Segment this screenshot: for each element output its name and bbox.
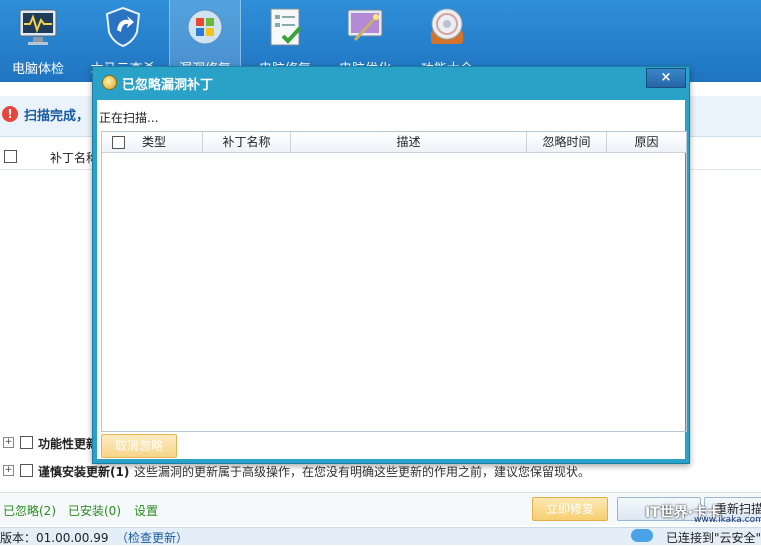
- shield-icon: [105, 6, 141, 48]
- ignored-link[interactable]: 已忽略(2): [3, 502, 56, 519]
- grid-header: 类型 补丁名称 描述 忽略时间 原因: [102, 132, 686, 153]
- scanning-status: 正在扫描...: [99, 111, 159, 125]
- column-description[interactable]: 描述: [291, 132, 527, 152]
- column-patch-name: 补丁名称: [50, 151, 99, 165]
- cloud-status-text: 已连接到"云安全"(: [666, 531, 761, 545]
- column-type[interactable]: 类型: [102, 132, 203, 152]
- dialog-titlebar[interactable]: 已忽略漏洞补丁 ×: [93, 67, 689, 97]
- checklist-icon: [270, 8, 302, 46]
- ignored-patches-dialog: 已忽略漏洞补丁 × 正在扫描... 类型 补丁名称 描述 忽略时间 原因 取消忽…: [92, 66, 690, 464]
- careful-updates-title: 谨慎安装更新(1): [38, 465, 130, 479]
- ignored-patches-grid: 类型 补丁名称 描述 忽略时间 原因: [101, 131, 687, 432]
- careful-updates-checkbox[interactable]: [20, 464, 33, 477]
- column-reason[interactable]: 原因: [607, 132, 686, 152]
- app-logo-icon: [102, 75, 117, 90]
- scan-status-text: 扫描完成，: [24, 109, 90, 124]
- fix-now-button[interactable]: 立即修复: [532, 497, 608, 521]
- monitor-health-icon: [19, 9, 57, 45]
- disc-icon: [431, 8, 463, 44]
- optional-updates-title: 功能性更新: [38, 437, 99, 451]
- column-type-label: 类型: [142, 135, 167, 149]
- dialog-body: 正在扫描... 类型 补丁名称 描述 忽略时间 原因 取消忽略: [97, 100, 687, 459]
- cloud-icon: [631, 529, 653, 542]
- careful-updates-description: 这些漏洞的更新属于高级操作，在您没有明确这些更新的作用之前，建议您保留现状。: [134, 465, 591, 479]
- toolbar-label: 电脑体检: [11, 62, 64, 77]
- warning-icon: !: [2, 106, 18, 122]
- windows-icon: [187, 9, 223, 45]
- close-button[interactable]: ×: [646, 68, 686, 88]
- select-all-checkbox[interactable]: [112, 136, 125, 149]
- wand-icon: [347, 9, 383, 42]
- column-patch-name[interactable]: 补丁名称: [203, 132, 291, 152]
- settings-link[interactable]: 设置: [134, 502, 158, 519]
- cancel-ignore-button[interactable]: 取消忽略: [101, 434, 177, 458]
- optional-updates-checkbox[interactable]: [20, 436, 33, 449]
- installed-link[interactable]: 已安装(0): [68, 502, 121, 519]
- expand-icon[interactable]: +: [3, 465, 14, 476]
- version-text: 版本：01.00.00.99: [0, 531, 109, 545]
- toolbar-item-pc-checkup[interactable]: 电脑体检: [3, 0, 73, 82]
- dialog-title: 已忽略漏洞补丁: [122, 78, 214, 93]
- watermark-url: www.ikaka.com: [694, 515, 761, 525]
- expand-icon[interactable]: +: [3, 437, 14, 448]
- check-update-link[interactable]: （检查更新）: [116, 529, 188, 546]
- select-all-checkbox[interactable]: [4, 150, 17, 163]
- column-ignore-time[interactable]: 忽略时间: [527, 132, 607, 152]
